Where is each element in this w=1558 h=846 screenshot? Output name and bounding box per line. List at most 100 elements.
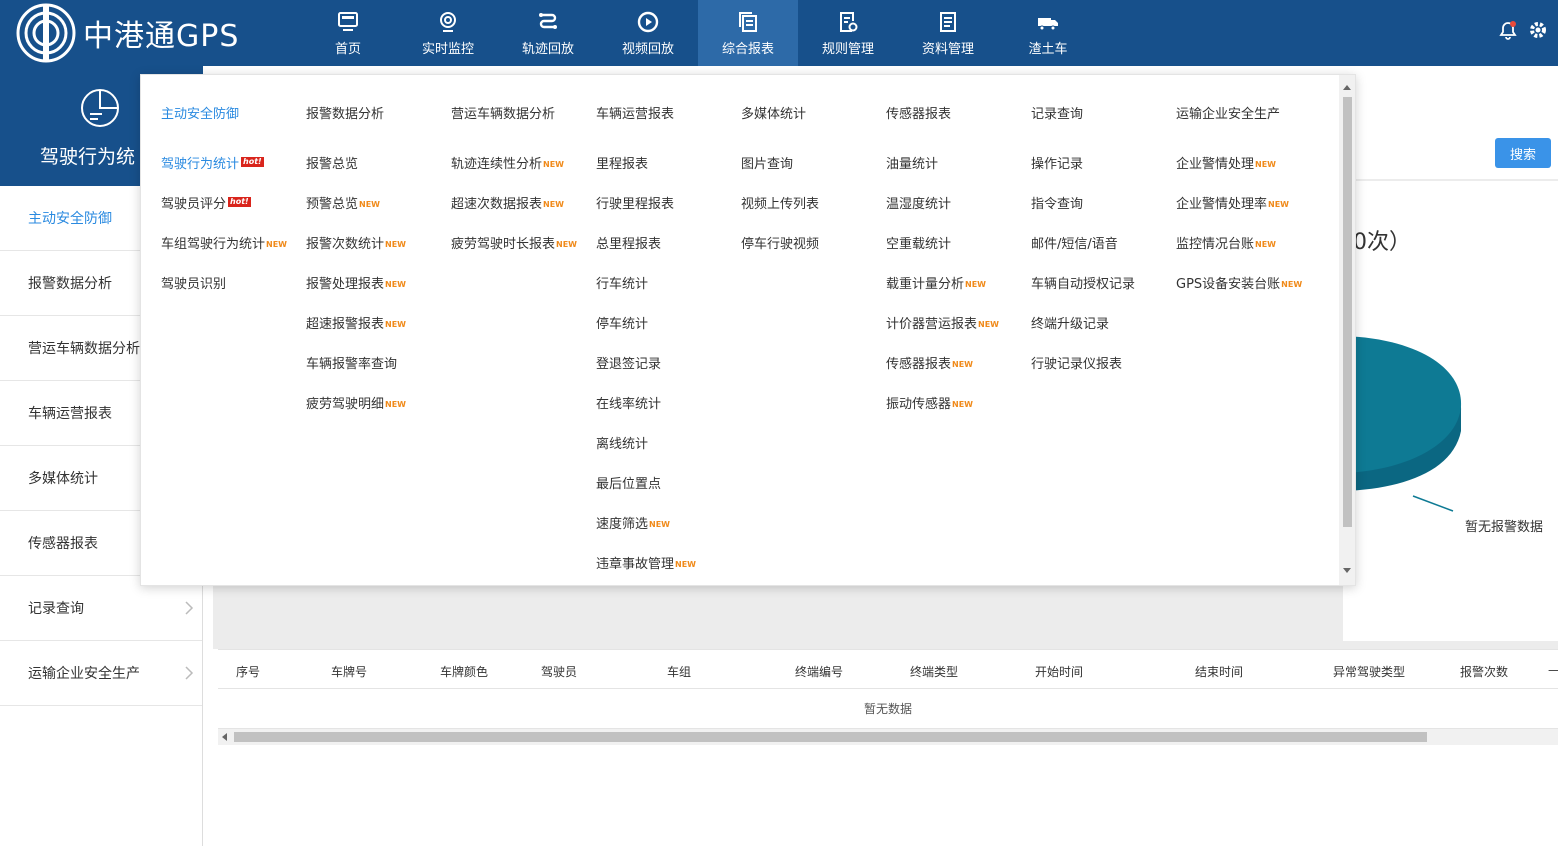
nav-rule-management[interactable]: 规则管理 [798, 0, 898, 66]
menu-item[interactable]: 停车行驶视频 [741, 233, 819, 252]
scroll-left-icon[interactable] [222, 733, 227, 741]
nav-home[interactable]: 首页 [298, 0, 398, 66]
new-badge: NEW [675, 560, 696, 569]
menu-item[interactable]: 停车统计 [596, 313, 648, 332]
report-copy-icon [739, 11, 757, 32]
menu-item-label: 报警次数统计 [306, 237, 385, 252]
menu-item[interactable]: 车辆自动授权记录 [1031, 273, 1135, 292]
menu-item[interactable]: 总里程报表 [596, 233, 661, 252]
menu-item[interactable]: 驾驶员评分 hot! [161, 193, 251, 212]
menu-column-head[interactable]: 传感器报表 [886, 103, 951, 122]
menu-item[interactable]: 操作记录 [1031, 153, 1083, 172]
scroll-thumb[interactable] [1343, 97, 1352, 527]
menu-item[interactable]: 轨迹连续性分析NEW [451, 153, 564, 172]
bell-icon[interactable] [1498, 20, 1518, 40]
col-group[interactable]: 车组 [667, 663, 691, 680]
menu-column-head[interactable]: 记录查询 [1031, 103, 1083, 122]
col-more[interactable]: — [1548, 663, 1558, 677]
menu-item-label: 疲劳驾驶明细 [306, 397, 385, 412]
search-button[interactable]: 搜索 [1495, 138, 1551, 168]
menu-item[interactable]: 传感器报表NEW [886, 353, 973, 372]
menu-item[interactable]: 车辆报警率查询 [306, 353, 397, 372]
menu-item[interactable]: 在线率统计 [596, 393, 661, 412]
menu-item[interactable]: 疲劳驾驶明细NEW [306, 393, 406, 412]
menu-item[interactable]: 驾驶员识别 [161, 273, 226, 292]
menu-item[interactable]: 报警处理报表NEW [306, 273, 406, 292]
col-index[interactable]: 序号 [236, 663, 260, 680]
menu-item[interactable]: 振动传感器NEW [886, 393, 973, 412]
menu-item[interactable]: 里程报表 [596, 153, 648, 172]
col-start-time[interactable]: 开始时间 [1035, 663, 1083, 680]
menu-item[interactable]: 企业警情处理NEW [1176, 153, 1276, 172]
col-driver[interactable]: 驾驶员 [541, 663, 577, 680]
menu-item[interactable]: 超速次数据报表NEW [451, 193, 564, 212]
col-abnormal-type[interactable]: 异常驾驶类型 [1333, 663, 1405, 680]
scroll-thumb[interactable] [234, 732, 1427, 742]
menu-item[interactable]: 超速报警报表NEW [306, 313, 406, 332]
scroll-up-icon[interactable] [1343, 85, 1351, 90]
menu-item-label: 停车统计 [596, 317, 649, 332]
col-end-time[interactable]: 结束时间 [1195, 663, 1243, 680]
menu-item[interactable]: 行车统计 [596, 273, 648, 292]
menu-item[interactable]: 温湿度统计 [886, 193, 951, 212]
menu-item-label: 邮件/短信/语音 [1031, 237, 1118, 252]
nav-label: 规则管理 [821, 41, 874, 57]
menu-item[interactable]: 企业警情处理率NEW [1176, 193, 1289, 212]
menu-item[interactable]: 最后位置点 [596, 473, 661, 492]
gear-icon[interactable] [1528, 20, 1548, 40]
col-plate-color[interactable]: 车牌颜色 [440, 663, 488, 680]
menu-item[interactable]: 图片查询 [741, 153, 793, 172]
menu-item[interactable]: 行驶记录仪报表 [1031, 353, 1122, 372]
menu-item-label: 驾驶员评分 [161, 197, 227, 212]
menu-item[interactable]: 疲劳驾驶时长报表NEW [451, 233, 577, 252]
nav-label: 综合报表 [721, 41, 774, 57]
menu-item[interactable]: 离线统计 [596, 433, 648, 452]
nav-track-playback[interactable]: 轨迹回放 [498, 0, 598, 66]
menu-item[interactable]: GPS设备安装台账NEW [1176, 273, 1302, 292]
nav-reports[interactable]: 综合报表 [698, 0, 798, 66]
menu-column-head[interactable]: 运输企业安全生产 [1176, 103, 1280, 122]
nav-realtime-monitor[interactable]: 实时监控 [398, 0, 498, 66]
menu-column-head[interactable]: 营运车辆数据分析 [451, 103, 555, 122]
menu-item[interactable]: 视频上传列表 [741, 193, 819, 212]
menu-column-head[interactable]: 主动安全防御 [161, 103, 239, 122]
menu-item[interactable]: 违章事故管理NEW [596, 553, 696, 572]
menu-item[interactable]: 速度筛选NEW [596, 513, 670, 532]
menu-item[interactable]: 空重载统计 [886, 233, 951, 252]
horizontal-scrollbar[interactable] [218, 729, 1558, 745]
menu-item[interactable]: 车组驾驶行为统计NEW [161, 233, 287, 252]
scroll-down-icon[interactable] [1343, 568, 1351, 573]
col-terminal-type[interactable]: 终端类型 [910, 663, 958, 680]
menu-item[interactable]: 邮件/短信/语音 [1031, 233, 1118, 252]
menu-item[interactable]: 报警总览 [306, 153, 358, 172]
menu-item[interactable]: 指令查询 [1031, 193, 1083, 212]
col-terminal-no[interactable]: 终端编号 [795, 663, 843, 680]
nav-muck-truck[interactable]: 渣土车 [998, 0, 1098, 66]
menu-item[interactable]: 计价器营运报表NEW [886, 313, 999, 332]
logo[interactable]: 中港通GPS [15, 0, 239, 66]
menu-item[interactable]: 预警总览NEW [306, 193, 380, 212]
menu-item[interactable]: 报警次数统计NEW [306, 233, 406, 252]
rule-settings-icon [840, 11, 858, 32]
col-alarm-count[interactable]: 报警次数 [1460, 663, 1508, 680]
menu-item-label: 温湿度统计 [886, 197, 952, 212]
menu-item[interactable]: 驾驶行为统计 hot! [161, 153, 264, 172]
top-bar: 中港通GPS 首页 实时监控 轨迹回放 视频回放 综合报表 规则管理 资料管理 … [0, 0, 1558, 66]
sidebar-item-enterprise-safety[interactable]: 运输企业安全生产 [0, 641, 202, 706]
menu-item[interactable]: 监控情况台账NEW [1176, 233, 1276, 252]
nav-data-management[interactable]: 资料管理 [898, 0, 998, 66]
nav-video-playback[interactable]: 视频回放 [598, 0, 698, 66]
menu-item[interactable]: 终端升级记录 [1031, 313, 1109, 332]
col-plate[interactable]: 车牌号 [331, 663, 367, 680]
menu-item-label: 企业警情处理率 [1176, 197, 1268, 212]
menu-column-head[interactable]: 车辆运营报表 [596, 103, 674, 122]
truck-icon [1038, 17, 1058, 30]
menu-item[interactable]: 载重计量分析NEW [886, 273, 986, 292]
menu-item[interactable]: 行驶里程报表 [596, 193, 674, 212]
menu-item[interactable]: 油量统计 [886, 153, 938, 172]
menu-item[interactable]: 登退签记录 [596, 353, 661, 372]
menu-item-label: 预警总览 [306, 197, 359, 212]
vertical-scrollbar[interactable] [1339, 75, 1355, 585]
menu-column-head[interactable]: 报警数据分析 [306, 103, 384, 122]
menu-column-head[interactable]: 多媒体统计 [741, 103, 806, 122]
